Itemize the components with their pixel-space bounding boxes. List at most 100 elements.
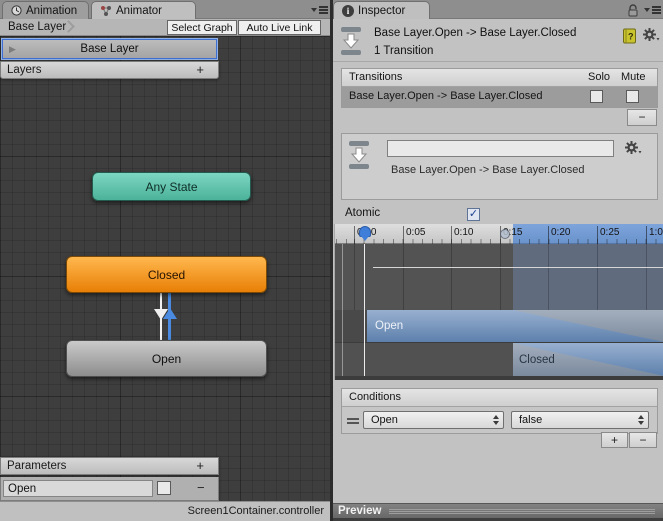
inspector-menu-icon[interactable] <box>644 6 661 14</box>
state-node-open[interactable]: Open <box>66 340 267 377</box>
mute-checkbox[interactable] <box>626 90 639 103</box>
transition-detail-box: Base Layer.Open -> Base Layer.Closed <box>341 133 658 200</box>
gear-icon[interactable] <box>625 141 642 155</box>
transition-arrowhead-up-icon <box>163 308 177 319</box>
ruler-tick-label: 0:05 <box>406 227 426 238</box>
blend-curve-line <box>373 267 663 268</box>
state-node-closed[interactable]: Closed <box>66 256 267 293</box>
parameter-name-field[interactable] <box>3 480 153 497</box>
auto-live-link-button[interactable]: Auto Live Link <box>238 20 321 35</box>
play-triangle-icon: ▶ <box>9 44 16 54</box>
condition-row: Open false <box>342 407 657 433</box>
timeline-bottom-strip <box>335 376 663 380</box>
lock-icon[interactable] <box>627 4 639 17</box>
transition-icon <box>341 27 361 55</box>
preview-bar[interactable]: Preview <box>333 503 663 518</box>
ruler-tick-label: 1:00 <box>649 227 663 238</box>
ruler-tick <box>354 226 355 244</box>
playhead-line <box>364 244 365 376</box>
dropdown-arrows-icon <box>493 415 499 425</box>
tab-inspector[interactable]: i Inspector <box>333 1 430 19</box>
condition-parameter-dropdown[interactable]: Open <box>363 411 504 429</box>
remove-parameter-button[interactable]: − <box>197 480 205 495</box>
transition-range-overlay <box>513 244 663 310</box>
transition-row-label: Base Layer.Open -> Base Layer.Closed <box>349 90 543 102</box>
parameter-row: − <box>0 477 219 501</box>
add-parameter-button[interactable]: + <box>196 458 204 474</box>
svg-text:?: ? <box>628 32 634 42</box>
transition-name-field[interactable] <box>387 140 614 157</box>
solo-checkbox[interactable] <box>590 90 603 103</box>
ruler-tick <box>597 226 598 244</box>
track-left-strip <box>335 310 367 342</box>
gear-icon[interactable] <box>643 28 660 42</box>
ruler-tick-label: 0:20 <box>551 227 571 238</box>
help-book-icon[interactable]: ? <box>622 28 637 44</box>
layers-header-bar: Layers + <box>0 61 219 79</box>
dropdown-arrows-icon <box>638 415 644 425</box>
parameter-value-checkbox[interactable] <box>157 481 171 495</box>
state-node-label: Closed <box>147 267 186 282</box>
animator-tab-strip: Animation Animator <box>0 0 330 19</box>
timeline-zero-line <box>342 244 343 376</box>
closed-clip-bar[interactable]: Closed <box>513 343 663 376</box>
tab-animator[interactable]: Animator <box>91 1 196 19</box>
layer-row-label: Base Layer <box>80 43 139 55</box>
transitions-box: Transitions Solo Mute Base Layer.Open ->… <box>341 68 658 108</box>
breadcrumb[interactable]: Base Layer <box>8 21 66 33</box>
transition-start-marker[interactable] <box>500 229 510 239</box>
state-node-label: Any State <box>145 179 198 194</box>
solo-column-label: Solo <box>588 71 611 83</box>
dropdown-triangle-icon <box>311 7 317 12</box>
unity-editor-window: Animation Animator Base Layer Select Gra… <box>0 0 663 521</box>
layer-row-base-layer[interactable]: ▶ Base Layer <box>2 39 217 59</box>
preview-label: Preview <box>338 505 382 517</box>
closed-track-empty <box>335 343 513 376</box>
ruler-tick-label: 0:25 <box>600 227 620 238</box>
atomic-label: Atomic <box>345 207 381 219</box>
transition-caption: Base Layer.Open -> Base Layer.Closed <box>391 164 585 176</box>
panel-menu-icon[interactable] <box>311 6 328 14</box>
remove-condition-button[interactable]: − <box>629 432 657 448</box>
conditions-header-label: Conditions <box>349 391 401 403</box>
add-condition-button[interactable]: + <box>601 432 628 448</box>
open-clip-fadeout[interactable] <box>513 310 663 342</box>
closed-clip-label: Closed <box>519 353 555 366</box>
open-clip-label: Open <box>375 320 404 332</box>
transitions-header: Transitions Solo Mute <box>342 69 657 87</box>
ruler-tick <box>646 226 647 244</box>
select-graph-button[interactable]: Select Graph <box>167 20 237 35</box>
preview-drag-grip[interactable] <box>389 508 655 514</box>
conditions-box: Conditions Open false <box>341 388 658 434</box>
dropdown-triangle-icon <box>644 7 650 12</box>
controller-status-bar: Screen1Container.controller <box>0 501 330 521</box>
remove-transition-button[interactable]: − <box>627 109 657 126</box>
animator-icon <box>101 5 111 16</box>
ruler-tick <box>451 226 452 244</box>
condition-value: false <box>519 414 543 426</box>
clock-icon <box>11 5 22 16</box>
state-node-label: Open <box>151 351 182 366</box>
drag-handle-icon[interactable] <box>347 418 359 426</box>
transition-list-row[interactable]: Base Layer.Open -> Base Layer.Closed <box>342 87 657 107</box>
animator-toolbar: Base Layer Select Graph Auto Live Link <box>0 19 330 36</box>
state-node-any-state[interactable]: Any State <box>92 172 251 201</box>
open-clip-bar[interactable]: Open <box>367 310 513 342</box>
transitions-header-label: Transitions <box>349 71 403 83</box>
tab-animation[interactable]: Animation <box>2 1 89 19</box>
inspector-title: Base Layer.Open -> Base Layer.Closed <box>374 27 577 39</box>
tab-inspector-label: Inspector <box>358 4 406 17</box>
condition-parameter-value: Open <box>371 414 398 426</box>
ruler-tick <box>403 226 404 244</box>
controller-name: Screen1Container.controller <box>187 505 324 517</box>
playhead-handle[interactable] <box>359 226 371 241</box>
parameters-header-bar: Parameters + <box>0 457 219 475</box>
transition-timeline[interactable]: 0:00 0:05 0:10 0:15 0:20 0:25 1:00 Open … <box>334 224 663 380</box>
tab-animation-label: Animation <box>26 4 78 17</box>
add-layer-button[interactable]: + <box>196 62 204 78</box>
atomic-checkbox[interactable]: ✓ <box>467 208 480 221</box>
inspector-tab-strip: i Inspector <box>333 0 663 19</box>
ruler-tick-label: 0:10 <box>454 227 474 238</box>
condition-value-dropdown[interactable]: false <box>511 411 649 429</box>
state-machine-canvas[interactable]: Any State Closed Open <box>0 36 330 501</box>
